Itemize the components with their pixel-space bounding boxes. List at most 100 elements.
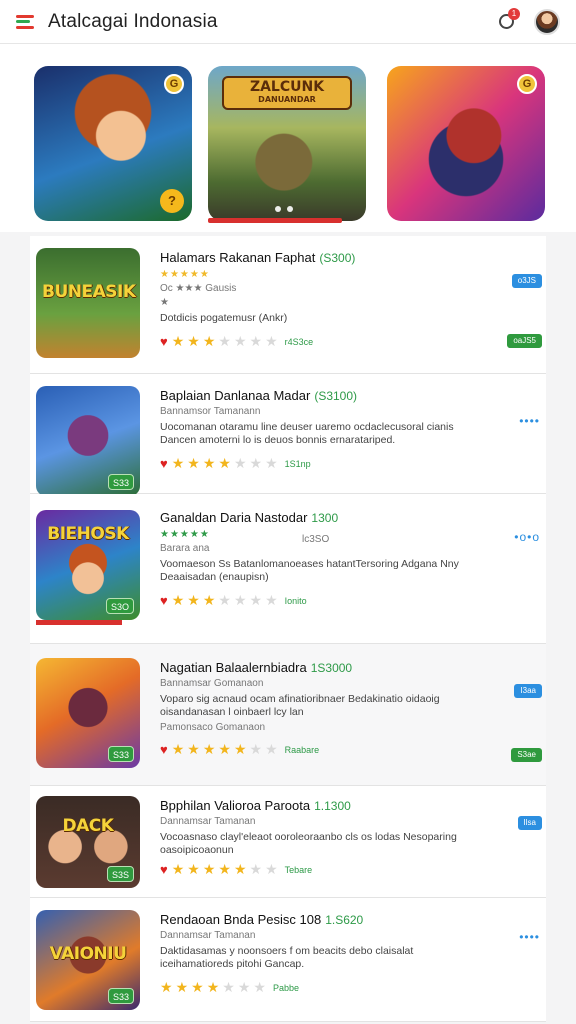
- progress-bar: [36, 620, 122, 625]
- badge-pill[interactable]: I3aa: [514, 684, 542, 698]
- rating-row: ♥ ★★★★★★★ 1S1np: [160, 455, 476, 472]
- thumbnail-tag: S33: [107, 746, 134, 762]
- game-subtitle: Dannamsar Tamanan: [160, 816, 256, 827]
- game-name: Bpphilan Valioroa Paroota 1.1300: [160, 798, 476, 813]
- rating-label: Tebare: [284, 864, 313, 875]
- heart-icon[interactable]: ♥: [160, 456, 168, 471]
- star-icon: ★: [265, 861, 281, 877]
- game-count: 1300: [311, 511, 339, 525]
- heart-icon[interactable]: ♥: [160, 334, 168, 349]
- badge-pill[interactable]: o3JS: [511, 274, 542, 288]
- game-count: 1.S620: [325, 913, 364, 927]
- game-name-text: Bpphilan Valioroa Paroota: [160, 798, 311, 813]
- featured-card-1[interactable]: G ?: [34, 66, 192, 221]
- star-icon: ★: [187, 741, 203, 757]
- list-item[interactable]: BUNEASIK Halamars Rakanan Faphat (S300) ★…: [30, 236, 546, 374]
- star-icon: ★: [171, 333, 188, 349]
- game-description: Voomaeson Ss Batanlomanoeases hatantTers…: [160, 558, 459, 583]
- star-rating: ★★★★★★★: [172, 861, 281, 878]
- star-icon: ★: [222, 979, 238, 995]
- star-icon: ★: [249, 592, 266, 608]
- game-list: BUNEASIK Halamars Rakanan Faphat (S300) ★…: [30, 236, 546, 1022]
- notification-bell-icon[interactable]: 1: [492, 7, 520, 36]
- star-icon: ★: [202, 861, 219, 877]
- rating-label: Ionito: [284, 595, 307, 606]
- game-description: Voparo sig acnaud ocam afinatioribnaer B…: [160, 693, 440, 718]
- more-options-icon[interactable]: ••••: [519, 414, 540, 428]
- mini-rating: ★★★★★: [160, 269, 210, 280]
- list-item[interactable]: DACK S3S Bpphilan Valioroa Paroota 1.1300…: [30, 786, 546, 898]
- carousel-dots[interactable]: [275, 206, 293, 212]
- list-item[interactable]: S33 Baplaian Danlanaa Madar (S3100) Banna…: [30, 374, 546, 496]
- rating-label: Pabbe: [272, 982, 299, 993]
- star-icon: ★: [187, 861, 203, 877]
- list-item[interactable]: S33 Nagatian Balaalernbiadra 1S3000 Banna…: [30, 644, 546, 786]
- list-item[interactable]: BIEHOSK S3O Ganaldan Daria Nastodar 1300 …: [30, 494, 546, 644]
- carousel-dot[interactable]: [287, 206, 293, 212]
- star-icon: ★: [249, 333, 266, 349]
- star-icon: ★: [187, 455, 203, 471]
- game-thumbnail[interactable]: S33: [36, 658, 140, 768]
- game-name-text: Rendaoan Bnda Pesisc 108: [160, 912, 322, 927]
- list-item[interactable]: VAIONIU S33 Rendaoan Bnda Pesisc 108 1.S6…: [30, 898, 546, 1022]
- star-icon: ★: [171, 861, 188, 877]
- featured-card-3[interactable]: G: [387, 66, 545, 221]
- rating-label: Raabare: [284, 744, 320, 755]
- game-description: Uocomanan otaramu line deuser uaremo ocd…: [160, 421, 454, 446]
- game-description: Daktidasamas y noonsoers f om beacits de…: [160, 945, 414, 970]
- action-pill[interactable]: oaJS5: [507, 334, 542, 348]
- game-thumbnail[interactable]: DACK S3S: [36, 796, 140, 888]
- star-icon: ★: [233, 592, 250, 608]
- star-icon: ★: [175, 979, 192, 995]
- action-pill[interactable]: S3ae: [511, 748, 542, 762]
- game-count: 1.1300: [314, 799, 351, 813]
- star-icon: ★: [253, 979, 269, 995]
- heart-icon[interactable]: ♥: [160, 742, 168, 757]
- game-name: Nagatian Balaalernbiadra 1S3000: [160, 660, 476, 675]
- star-icon: ★: [187, 592, 203, 608]
- star-rating: ★★★★★★★: [172, 455, 281, 472]
- game-subtitle: Oc ★★★ Gausis: [160, 283, 237, 294]
- star-icon: ★: [171, 741, 188, 757]
- more-options-icon[interactable]: ••••: [519, 930, 540, 944]
- game-thumbnail[interactable]: VAIONIU S33: [36, 910, 140, 1010]
- thumbnail-title: BIEHOSK: [47, 524, 129, 544]
- app-logo-icon[interactable]: [16, 14, 36, 29]
- game-name-text: Nagatian Balaalernbiadra: [160, 660, 307, 675]
- game-thumbnail[interactable]: BIEHOSK S3O: [36, 510, 140, 620]
- game-thumbnail[interactable]: S33: [36, 386, 140, 496]
- featured-subline-text: DANUANDAR: [258, 95, 316, 104]
- badge-pill[interactable]: Ilsa: [517, 816, 542, 830]
- top-app-bar: Atalcagai Indonasia 1: [0, 0, 576, 44]
- more-options-icon[interactable]: •o•o: [514, 530, 540, 544]
- notification-badge: 1: [508, 7, 520, 20]
- star-rating: ★★★★★★★: [160, 979, 269, 996]
- featured-headline: ZALCUNK DANUANDAR: [222, 76, 352, 110]
- user-avatar[interactable]: [534, 8, 560, 35]
- game-subtitle: Bannamsor Tamanann: [160, 406, 261, 417]
- star-icon: ★: [202, 455, 219, 471]
- carousel-dot[interactable]: [275, 206, 281, 212]
- heart-icon[interactable]: ♥: [160, 593, 168, 608]
- thumbnail-title: VAIONIU: [49, 944, 127, 964]
- star-icon: ★: [249, 861, 266, 877]
- star-icon: ★: [233, 333, 250, 349]
- game-thumbnail[interactable]: BUNEASIK: [36, 248, 140, 358]
- game-description: Dotdicis pogatemusr (Ankr): [160, 312, 288, 324]
- star-rating: ★★★★★★★: [172, 592, 281, 609]
- star-icon: ★: [233, 741, 250, 757]
- heart-icon[interactable]: ♥: [160, 862, 168, 877]
- game-name: Rendaoan Bnda Pesisc 108 1.S620: [160, 912, 476, 927]
- star-icon: ★: [265, 592, 281, 608]
- star-icon: ★: [265, 333, 281, 349]
- side-label: lc3SO: [302, 534, 330, 545]
- game-description: Vocoasnaso clayl'eleaot ooroleoraanbo cl…: [160, 831, 457, 856]
- game-name-text: Halamars Rakanan Faphat: [160, 250, 316, 265]
- rating-row: ★★★★★★★ Pabbe: [160, 979, 476, 996]
- rating-label: r4S3ce: [284, 336, 314, 347]
- app-title: Atalcagai Indonasia: [48, 10, 218, 32]
- game-subtitle: Dannamsar Tamanan: [160, 930, 256, 941]
- thumbnail-title: BUNEASIK: [42, 282, 136, 302]
- featured-card-2[interactable]: ZALCUNK DANUANDAR: [208, 66, 366, 221]
- thumbnail-tag: S33: [107, 988, 134, 1004]
